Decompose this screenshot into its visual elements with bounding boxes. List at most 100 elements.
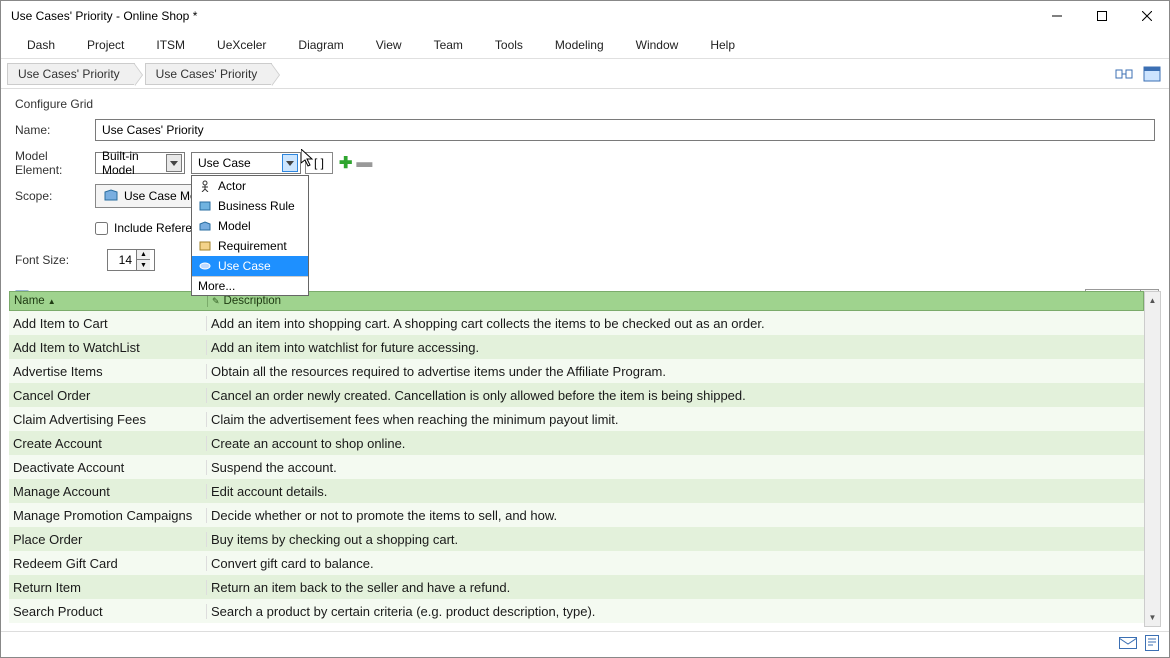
cell-name: Add Item to Cart [9, 316, 207, 331]
table-row[interactable]: Place OrderBuy items by checking out a s… [9, 527, 1144, 551]
table-row[interactable]: Redeem Gift CardConvert gift card to bal… [9, 551, 1144, 575]
dropdown-item-business-rule[interactable]: Business Rule [192, 196, 308, 216]
vertical-scrollbar[interactable]: ▲ ▼ [1144, 291, 1161, 627]
cell-name: Advertise Items [9, 364, 207, 379]
table-row[interactable]: Claim Advertising FeesClaim the advertis… [9, 407, 1144, 431]
dropdown-item-requirement[interactable]: Requirement [192, 236, 308, 256]
cell-name: Add Item to WatchList [9, 340, 207, 355]
panel-icon[interactable] [1141, 63, 1163, 85]
dropdown-item-actor[interactable]: Actor [192, 176, 308, 196]
window-title: Use Cases' Priority - Online Shop * [11, 9, 1034, 23]
model-type-combo[interactable]: Use Case Actor Business Rule Model [191, 152, 301, 174]
note-icon[interactable] [1145, 635, 1159, 654]
breadcrumb-item[interactable]: Use Cases' Priority [7, 63, 135, 85]
cell-name: Place Order [9, 532, 207, 547]
table-row[interactable]: Deactivate AccountSuspend the account. [9, 455, 1144, 479]
table-row[interactable]: Manage Promotion CampaignsDecide whether… [9, 503, 1144, 527]
cell-description: Create an account to shop online. [207, 436, 1144, 451]
column-header-name[interactable]: Name ▲ [10, 295, 208, 307]
grid-header: Name ▲ ✎ Description [9, 291, 1144, 311]
mail-icon[interactable] [1119, 637, 1137, 652]
menu-dash[interactable]: Dash [11, 34, 71, 56]
table-row[interactable]: Add Item to WatchListAdd an item into wa… [9, 335, 1144, 359]
menu-itsm[interactable]: ITSM [140, 34, 201, 56]
menu-modeling[interactable]: Modeling [539, 34, 620, 56]
cell-name: Return Item [9, 580, 207, 595]
close-button[interactable] [1124, 1, 1169, 31]
table-row[interactable]: Cancel OrderCancel an order newly create… [9, 383, 1144, 407]
model-source-value: Built-in Model [102, 149, 162, 177]
scope-icon [104, 189, 118, 204]
cell-description: Return an item back to the seller and ha… [207, 580, 1144, 595]
dropdown-item-use-case[interactable]: Use Case [192, 256, 308, 276]
config-heading: Configure Grid [15, 97, 1155, 111]
menu-tools[interactable]: Tools [479, 34, 539, 56]
edit-icon: ✎ [212, 296, 220, 307]
model-type-dropdown: Actor Business Rule Model Requirement Us… [191, 175, 309, 296]
cell-description: Claim the advertisement fees when reachi… [207, 412, 1144, 427]
dropdown-item-model[interactable]: Model [192, 216, 308, 236]
cell-name: Deactivate Account [9, 460, 207, 475]
cell-name: Claim Advertising Fees [9, 412, 207, 427]
table-row[interactable]: Manage AccountEdit account details. [9, 479, 1144, 503]
cell-description: Add an item into shopping cart. A shoppi… [207, 316, 1144, 331]
scroll-down-icon[interactable]: ▼ [1145, 609, 1160, 626]
chevron-down-icon[interactable] [166, 154, 182, 172]
menu-view[interactable]: View [360, 34, 418, 56]
minimize-button[interactable] [1034, 1, 1079, 31]
breadcrumb-bar: Use Cases' Priority Use Cases' Priority [1, 59, 1169, 89]
dropdown-label: Requirement [218, 239, 287, 253]
cell-name: Manage Promotion Campaigns [9, 508, 207, 523]
plus-icon[interactable]: ✚ [339, 153, 352, 173]
cell-description: Add an item into watchlist for future ac… [207, 340, 1144, 355]
requirement-icon [198, 239, 212, 253]
layout-icon[interactable] [1113, 63, 1135, 85]
include-referenced-input[interactable] [95, 222, 108, 235]
menu-window[interactable]: Window [620, 34, 695, 56]
cell-description: Suspend the account. [207, 460, 1144, 475]
dropdown-item-more[interactable]: More... [192, 276, 308, 295]
name-input[interactable] [95, 119, 1155, 141]
scroll-up-icon[interactable]: ▲ [1145, 292, 1160, 309]
column-header-description[interactable]: ✎ Description [208, 295, 1143, 307]
spinner-up-icon[interactable]: ▲ [136, 250, 150, 260]
spinner-down-icon[interactable]: ▼ [136, 260, 150, 270]
bracket-button[interactable]: [ ] [305, 152, 333, 174]
cell-name: Search Product [9, 604, 207, 619]
breadcrumb-item[interactable]: Use Cases' Priority [145, 63, 273, 85]
rule-icon [198, 199, 212, 213]
model-source-combo[interactable]: Built-in Model [95, 152, 185, 174]
table-row[interactable]: Create AccountCreate an account to shop … [9, 431, 1144, 455]
menu-help[interactable]: Help [694, 34, 751, 56]
cell-description: Convert gift card to balance. [207, 556, 1144, 571]
table-row[interactable]: Search ProductSearch a product by certai… [9, 599, 1144, 623]
cell-description: Search a product by certain criteria (e.… [207, 604, 1144, 619]
cell-name: Cancel Order [9, 388, 207, 403]
cell-description: Decide whether or not to promote the ite… [207, 508, 1144, 523]
font-size-input[interactable] [108, 253, 136, 267]
table-row[interactable]: Return ItemReturn an item back to the se… [9, 575, 1144, 599]
maximize-button[interactable] [1079, 1, 1124, 31]
minus-icon[interactable]: ▬ [356, 154, 372, 172]
table-row[interactable]: Add Item to CartAdd an item into shoppin… [9, 311, 1144, 335]
chevron-down-icon[interactable] [282, 154, 298, 172]
menu-uexceler[interactable]: UeXceler [201, 34, 282, 56]
menu-bar: Dash Project ITSM UeXceler Diagram View … [1, 31, 1169, 59]
dropdown-label: Use Case [218, 259, 271, 273]
cell-description: Cancel an order newly created. Cancellat… [207, 388, 1144, 403]
model-element-label: Model Element: [15, 149, 95, 177]
cell-name: Redeem Gift Card [9, 556, 207, 571]
menu-team[interactable]: Team [418, 34, 479, 56]
dropdown-label: Actor [218, 179, 246, 193]
use-case-icon [198, 259, 212, 273]
scroll-track[interactable] [1145, 309, 1160, 609]
menu-project[interactable]: Project [71, 34, 140, 56]
menu-diagram[interactable]: Diagram [282, 34, 359, 56]
font-size-spinner[interactable]: ▲ ▼ [107, 249, 155, 271]
actor-icon [198, 179, 212, 193]
font-size-label: Font Size: [15, 253, 95, 267]
model-icon [198, 219, 212, 233]
cell-description: Obtain all the resources required to adv… [207, 364, 1144, 379]
table-row[interactable]: Advertise ItemsObtain all the resources … [9, 359, 1144, 383]
dropdown-label: Model [218, 219, 251, 233]
